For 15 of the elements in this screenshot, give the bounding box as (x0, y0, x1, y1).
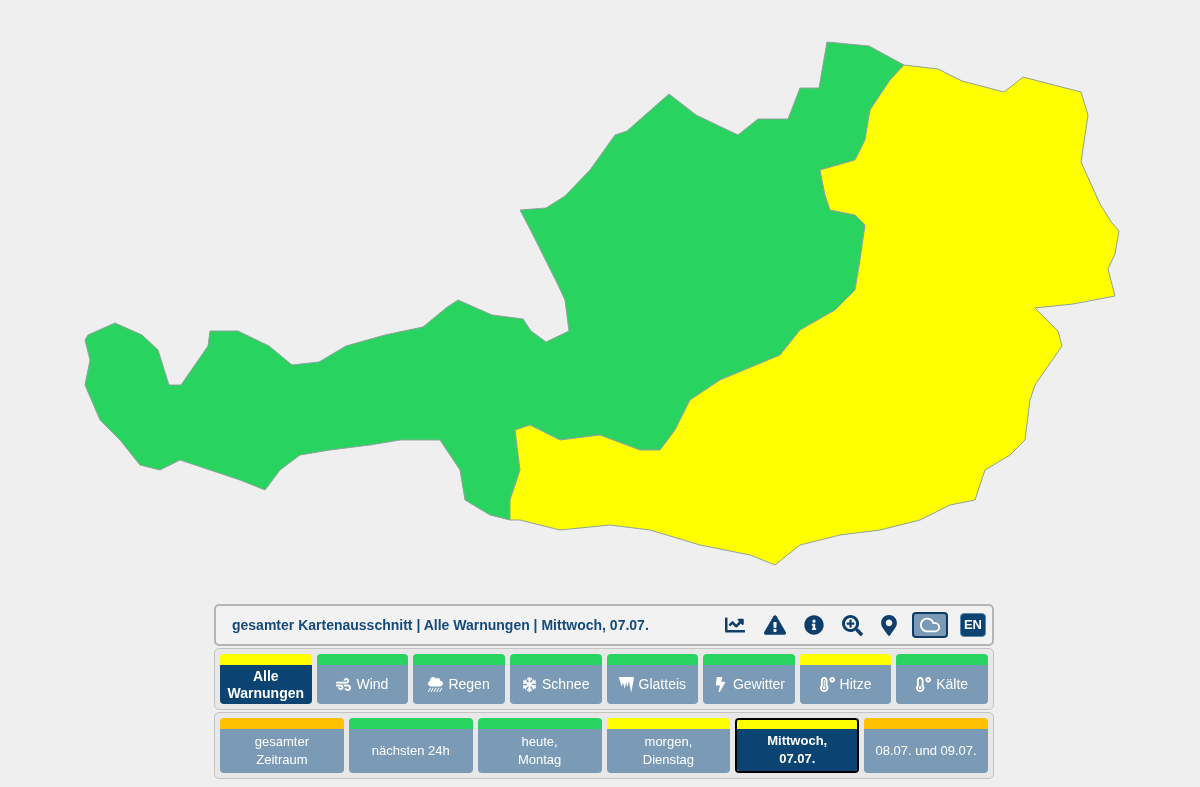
info-icon (803, 615, 824, 635)
time-period-button[interactable]: Mittwoch, 07.07. (735, 718, 860, 773)
line-chart-icon (723, 615, 746, 635)
snowflake-icon (521, 677, 537, 692)
map-pin-icon (880, 614, 897, 636)
icicles-icon (618, 677, 634, 692)
cloud-layer-button[interactable] (911, 612, 948, 638)
zoom-in-icon (841, 614, 863, 636)
thermometer-icon (819, 677, 835, 692)
language-button[interactable]: EN (959, 613, 986, 637)
warning-icon (763, 615, 786, 635)
rain-cloud-icon (428, 677, 444, 692)
selection-title: gesamter Kartenausschnitt | Alle Warnungen | Mittwoch, 07.07. (232, 615, 649, 635)
wind-icon (336, 677, 352, 692)
thermometer-icon (916, 677, 932, 692)
